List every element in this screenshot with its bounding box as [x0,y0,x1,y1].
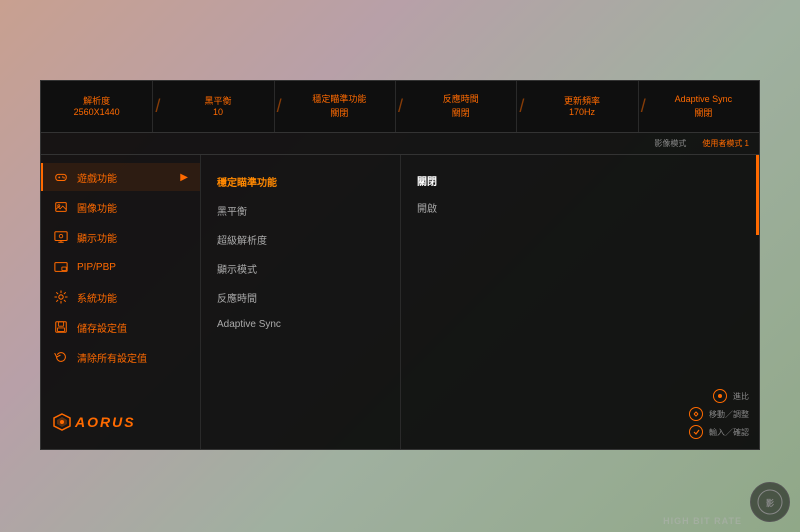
enter-icon [689,425,703,439]
right-option-on[interactable]: 開啟 [417,194,743,221]
logo-area: AORUS [41,403,200,441]
header-response-value: 關閉 [452,106,470,119]
header-adaptive-value: 關閉 [694,106,712,119]
sidebar-item-save[interactable]: 儲存設定值 [41,313,200,341]
pip-icon [53,259,69,275]
sidebar-item-gaming[interactable]: 遊戲功能 ▶ [41,163,200,191]
sidebar-item-reset[interactable]: 清除所有設定值 [41,343,200,371]
move-icon [689,407,703,421]
sidebar-item-display[interactable]: 顯示功能 [41,223,200,251]
header-refresh-label: 更新頻率 [564,96,600,108]
nav-hint-move-label: 移動／調整 [709,409,749,420]
hbr-watermark: HIGH BIT RATE [663,516,742,526]
display-icon [53,229,69,245]
select-icon [713,389,727,403]
header-resolution-label: 解析度 [83,96,110,108]
watermark-logo: 影 [750,482,790,522]
header-resolution[interactable]: 解析度 2560X1440 [41,81,153,132]
sub-header: 影像模式 使用者模式 1 [41,133,759,155]
divider-2: / [275,96,284,117]
osd-overlay: 解析度 2560X1440 / 黑平衡 10 / 穩定瞄準功能 關閉 / 反應時… [40,80,760,450]
nav-hint-move: 移動／調整 [689,407,749,421]
menu-item-response-time[interactable]: 反應時間 [201,283,400,312]
sidebar-image-label: 圖像功能 [77,200,117,215]
nav-hint-enter: 輸入／確認 [689,425,749,439]
menu-item-adaptive-sync[interactable]: Adaptive Sync [201,312,400,337]
nav-hint-enter-label: 輸入／確認 [709,427,749,438]
header-adaptive-label: Adaptive Sync [675,94,733,106]
header-aim-label: 穩定瞄準功能 [312,94,366,106]
sidebar-gaming-label: 遊戲功能 [77,170,117,185]
header-aim-value: 關閉 [330,106,348,119]
sub-header-mode[interactable]: 影像模式 [654,138,686,149]
sidebar-pip-label: PIP/PBP [77,262,116,273]
nav-hint-select: 進比 [713,389,749,403]
sidebar-gaming-arrow: ▶ [180,172,188,183]
reset-icon [53,349,69,365]
main-content: 遊戲功能 ▶ 圖像功能 [41,155,759,449]
middle-panel: 穩定瞄準功能 黑平衡 超級解析度 顯示模式 反應時間 Adaptive Sync [201,155,401,449]
right-option-off[interactable]: 關閉 [417,167,743,194]
divider-3: / [396,96,405,117]
sidebar-item-image[interactable]: 圖像功能 [41,193,200,221]
divider-5: / [639,96,648,117]
header-response-time[interactable]: 反應時間 關閉 [405,81,517,132]
sidebar-item-pip[interactable]: PIP/PBP [41,253,200,281]
header-refresh-rate[interactable]: 更新頻率 170Hz [526,81,638,132]
header-aim-stabilizer[interactable]: 穩定瞄準功能 關閉 [284,81,396,132]
sidebar-item-system[interactable]: 系統功能 [41,283,200,311]
menu-item-aim-stabilizer[interactable]: 穩定瞄準功能 [201,167,400,196]
header-resolution-value: 2560X1440 [74,107,120,117]
header-adaptive-sync[interactable]: Adaptive Sync 關閉 [648,81,759,132]
sidebar-reset-label: 清除所有設定值 [77,350,147,365]
watermark: 影 [750,482,790,522]
menu-item-black-balance[interactable]: 黑平衡 [201,196,400,225]
divider-4: / [517,96,526,117]
header-black-balance[interactable]: 黑平衡 10 [162,81,274,132]
sidebar: 遊戲功能 ▶ 圖像功能 [41,155,201,449]
nav-hint-select-label: 進比 [733,391,749,402]
gamepad-icon [53,169,69,185]
sidebar-display-label: 顯示功能 [77,230,117,245]
sub-header-user-mode[interactable]: 使用者模式 1 [702,138,749,149]
save-icon [53,319,69,335]
nav-hints: 進比 移動／調整 [689,389,749,439]
gear-icon [53,289,69,305]
image-icon [53,199,69,215]
header-response-label: 反應時間 [443,94,479,106]
svg-text:影: 影 [766,498,774,508]
header-bar: 解析度 2560X1440 / 黑平衡 10 / 穩定瞄準功能 關閉 / 反應時… [41,81,759,133]
aorus-logo: AORUS [75,414,136,430]
divider-1: / [153,96,162,117]
menu-item-display-mode[interactable]: 顯示模式 [201,254,400,283]
header-refresh-value: 170Hz [569,107,595,117]
header-black-balance-value: 10 [213,107,223,117]
right-panel: 關閉 開啟 進比 [401,155,759,449]
header-black-balance-label: 黑平衡 [205,96,232,108]
sidebar-save-label: 儲存設定值 [77,320,127,335]
sidebar-system-label: 系統功能 [77,290,117,305]
menu-item-super-resolution[interactable]: 超級解析度 [201,225,400,254]
